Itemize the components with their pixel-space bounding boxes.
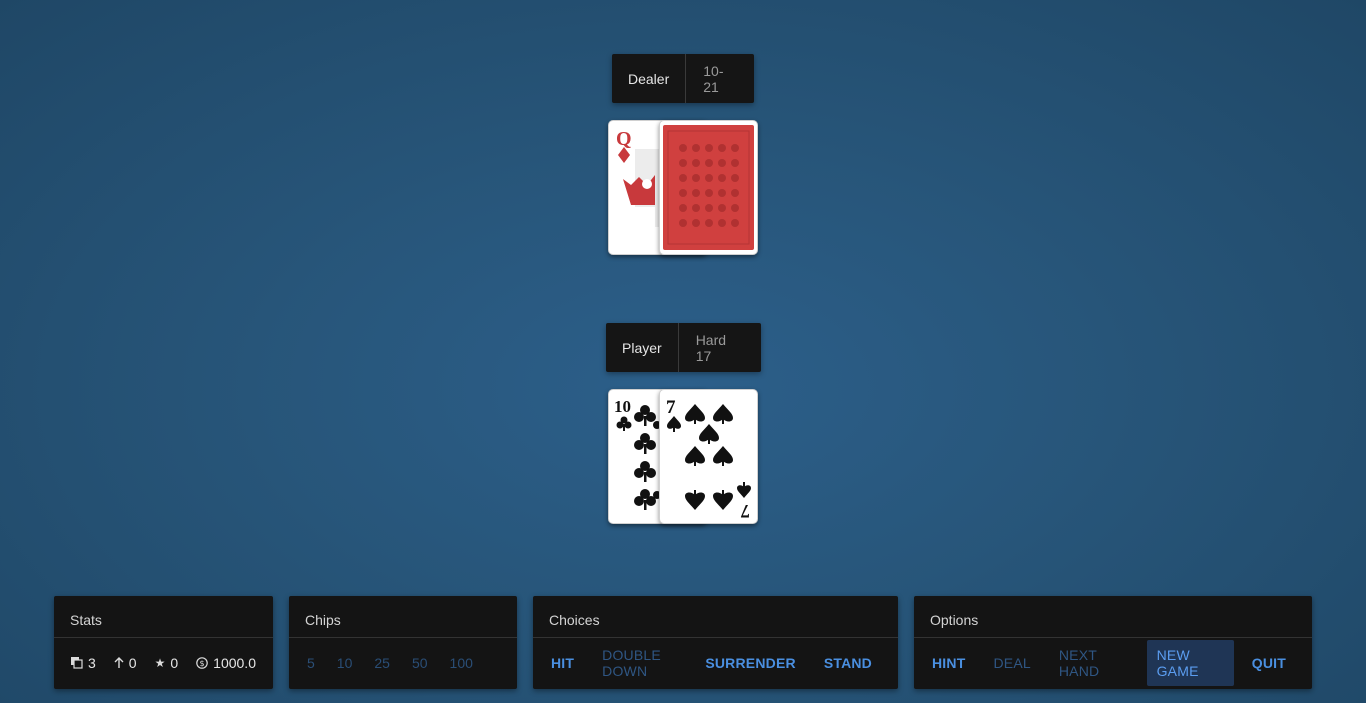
options-panel: Options HINT DEAL NEXT HAND NEW GAME QUI… bbox=[914, 596, 1312, 689]
deal-button[interactable]: DEAL bbox=[983, 648, 1040, 678]
blackjacks-value: 0 bbox=[170, 655, 179, 671]
surrender-button[interactable]: SURRENDER bbox=[695, 648, 805, 678]
stand-button[interactable]: STAND bbox=[814, 648, 882, 678]
chip-25-button[interactable]: 25 bbox=[366, 655, 398, 671]
hands-played-value: 3 bbox=[88, 655, 96, 671]
card-rank: 7 bbox=[666, 397, 676, 418]
stats-panel: Stats 3 0 ★ 0 $ 1000.0 bbox=[54, 596, 273, 689]
chip-5-button[interactable]: 5 bbox=[299, 655, 323, 671]
chip-100-button[interactable]: 100 bbox=[442, 655, 481, 671]
hit-button[interactable]: HIT bbox=[541, 648, 584, 678]
bank-stat: $ 1000.0 bbox=[196, 655, 256, 671]
clubs-pips-icon bbox=[634, 405, 661, 510]
player-name: Player bbox=[606, 323, 679, 372]
dealer-hand-label: Dealer 10-21 bbox=[612, 54, 754, 103]
svg-text:$: $ bbox=[200, 659, 205, 668]
dollar-coin-icon: $ bbox=[196, 657, 208, 669]
chip-50-button[interactable]: 50 bbox=[404, 655, 436, 671]
hands-played-stat: 3 bbox=[71, 655, 96, 671]
spade-icon bbox=[667, 416, 681, 432]
dealer-name: Dealer bbox=[612, 54, 687, 103]
double-down-button[interactable]: DOUBLE DOWN bbox=[592, 640, 687, 686]
bank-value: 1000.0 bbox=[213, 655, 256, 671]
card-rank-inverted: 7 bbox=[740, 500, 750, 521]
arrow-up-icon bbox=[114, 657, 124, 669]
new-game-button[interactable]: NEW GAME bbox=[1146, 640, 1234, 686]
hint-button[interactable]: HINT bbox=[922, 648, 975, 678]
quit-button[interactable]: QUIT bbox=[1242, 648, 1296, 678]
spades-pips-icon bbox=[685, 404, 733, 510]
club-icon bbox=[616, 416, 632, 431]
wins-value: 0 bbox=[128, 655, 137, 671]
stats-title: Stats bbox=[54, 596, 273, 638]
player-hand-label: Player Hard 17 bbox=[606, 323, 761, 372]
card-rank: Q bbox=[616, 128, 632, 150]
dealer-score: 10-21 bbox=[703, 62, 724, 95]
blackjacks-stat: ★ 0 bbox=[155, 655, 179, 671]
wins-stat: 0 bbox=[114, 655, 137, 671]
next-hand-button[interactable]: NEXT HAND bbox=[1049, 640, 1139, 686]
spade-icon bbox=[737, 482, 751, 498]
card-rank: 10 bbox=[614, 397, 631, 416]
choices-panel: Choices HIT DOUBLE DOWN SURRENDER STAND bbox=[533, 596, 898, 689]
player-card-seven-of-spades: 7 7 bbox=[659, 389, 758, 524]
options-title: Options bbox=[914, 596, 1312, 638]
choices-title: Choices bbox=[533, 596, 898, 638]
dealer-card-face-down bbox=[659, 120, 758, 255]
cards-icon bbox=[71, 657, 83, 669]
star-icon: ★ bbox=[154, 656, 166, 670]
chip-10-button[interactable]: 10 bbox=[329, 655, 361, 671]
player-score: Hard 17 bbox=[695, 331, 727, 364]
chips-title: Chips bbox=[289, 596, 517, 638]
chips-panel: Chips 5 10 25 50 100 bbox=[289, 596, 517, 689]
